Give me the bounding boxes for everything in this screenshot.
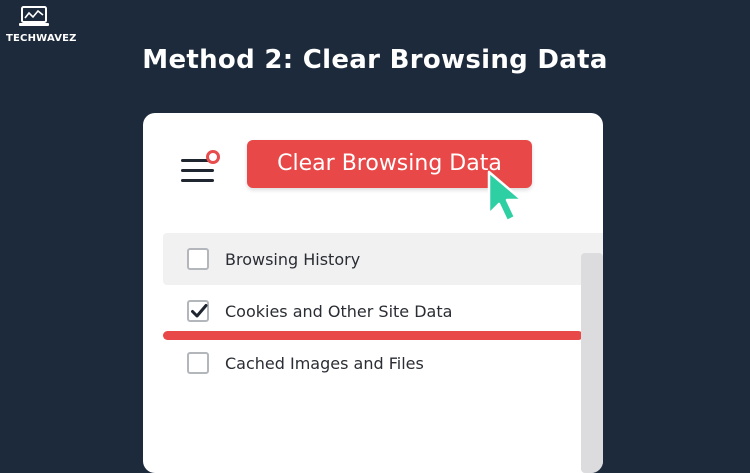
menu-bar bbox=[181, 169, 214, 172]
brand-name: TECHWAVEZ bbox=[6, 33, 77, 44]
option-cached-images[interactable]: Cached Images and Files bbox=[163, 337, 603, 389]
cookies-checkbox[interactable] bbox=[187, 300, 209, 322]
option-label: Cached Images and Files bbox=[225, 353, 424, 373]
techwavez-logo: TECHWAVEZ bbox=[6, 6, 77, 46]
cached-images-checkbox[interactable] bbox=[187, 352, 209, 374]
mouse-cursor-icon bbox=[487, 170, 524, 223]
browsing-history-checkbox[interactable] bbox=[187, 248, 209, 270]
option-label: Cookies and Other Site Data bbox=[225, 301, 453, 321]
browser-settings-panel: Clear Browsing Data Browsing History Coo… bbox=[143, 113, 603, 473]
scrollbar[interactable] bbox=[581, 253, 603, 473]
menu-button[interactable] bbox=[180, 149, 224, 189]
page-title: Method 2: Clear Browsing Data bbox=[142, 45, 608, 75]
menu-bar bbox=[181, 179, 214, 182]
notification-dot-icon bbox=[206, 150, 220, 164]
option-label: Browsing History bbox=[225, 249, 361, 269]
checkmark-icon bbox=[191, 304, 208, 318]
laptop-wave-icon bbox=[19, 6, 49, 26]
option-cookies[interactable]: Cookies and Other Site Data bbox=[163, 285, 603, 337]
option-browsing-history[interactable]: Browsing History bbox=[163, 233, 603, 285]
